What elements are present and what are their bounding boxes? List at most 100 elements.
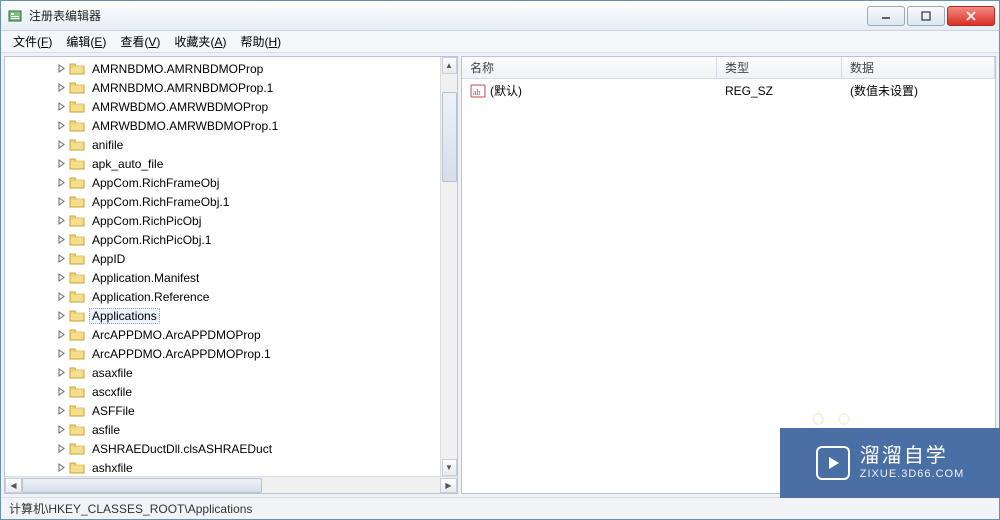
scroll-thumb[interactable]	[442, 92, 457, 182]
tree-item[interactable]: AppID	[5, 249, 457, 268]
expander-icon[interactable]	[55, 386, 67, 398]
tree-item[interactable]: AppCom.RichPicObj.1	[5, 230, 457, 249]
tree-horizontal-scrollbar[interactable]: ◀ ▶	[5, 476, 457, 493]
expander-icon[interactable]	[55, 253, 67, 265]
tree-item[interactable]: AMRNBDMO.AMRNBDMOProp	[5, 59, 457, 78]
tree-item-label: AMRWBDMO.AMRWBDMOProp	[89, 99, 271, 115]
expander-icon[interactable]	[55, 177, 67, 189]
expander-icon[interactable]	[55, 443, 67, 455]
tree-item-label: ashxfile	[89, 460, 136, 476]
tree-item[interactable]: asfile	[5, 420, 457, 439]
string-value-icon: ab	[470, 83, 486, 99]
close-button[interactable]	[947, 6, 995, 26]
scroll-track[interactable]	[442, 74, 457, 459]
tree-item[interactable]: Application.Reference	[5, 287, 457, 306]
expander-icon[interactable]	[55, 405, 67, 417]
folder-icon	[69, 290, 85, 303]
window-title: 注册表编辑器	[29, 7, 867, 24]
minimize-button[interactable]	[867, 6, 905, 26]
tree-item[interactable]: ArcAPPDMO.ArcAPPDMOProp.1	[5, 344, 457, 363]
tree-item[interactable]: AMRWBDMO.AMRWBDMOProp	[5, 97, 457, 116]
menu-edit[interactable]: 编辑(E)	[60, 31, 112, 52]
expander-icon[interactable]	[55, 101, 67, 113]
tree-item-label: AMRWBDMO.AMRWBDMOProp.1	[89, 118, 281, 134]
tree-item-label: apk_auto_file	[89, 156, 166, 172]
expander-icon[interactable]	[55, 234, 67, 246]
maximize-button[interactable]	[907, 6, 945, 26]
tree-item[interactable]: AppCom.RichFrameObj	[5, 173, 457, 192]
tree-item-label: Applications	[89, 308, 160, 324]
tree-item[interactable]: apk_auto_file	[5, 154, 457, 173]
tree-item[interactable]: ashxfile	[5, 458, 457, 476]
tree-item[interactable]: ASFFile	[5, 401, 457, 420]
menu-file[interactable]: 文件(F)	[7, 31, 58, 52]
play-icon	[816, 446, 850, 480]
tree-item-label: ArcAPPDMO.ArcAPPDMOProp.1	[89, 346, 274, 362]
statusbar: 计算机\HKEY_CLASSES_ROOT\Applications	[1, 497, 999, 519]
tree-item[interactable]: ascxfile	[5, 382, 457, 401]
tree-item-label: ascxfile	[89, 384, 135, 400]
column-type[interactable]: 类型	[717, 57, 842, 78]
tree-wrap: AMRNBDMO.AMRNBDMOPropAMRNBDMO.AMRNBDMOPr…	[5, 57, 457, 476]
tree-item[interactable]: AppCom.RichFrameObj.1	[5, 192, 457, 211]
registry-editor-window: 注册表编辑器 文件(F) 编辑(E) 查看(V) 收藏夹(A) 帮助(H) AM…	[0, 0, 1000, 520]
scroll-left-button[interactable]: ◀	[5, 478, 22, 493]
expander-icon[interactable]	[55, 196, 67, 208]
menu-view[interactable]: 查看(V)	[114, 31, 166, 52]
expander-icon[interactable]	[55, 82, 67, 94]
folder-icon	[69, 271, 85, 284]
tree-item[interactable]: anifile	[5, 135, 457, 154]
tree-item[interactable]: AMRWBDMO.AMRWBDMOProp.1	[5, 116, 457, 135]
tree-vertical-scrollbar[interactable]: ▲ ▼	[440, 57, 457, 476]
scroll-thumb[interactable]	[22, 478, 262, 493]
tree-item-label: ASHRAEDuctDll.clsASHRAEDuct	[89, 441, 275, 457]
scroll-down-button[interactable]: ▼	[442, 459, 457, 476]
tree-item[interactable]: AMRNBDMO.AMRNBDMOProp.1	[5, 78, 457, 97]
menu-help[interactable]: 帮助(H)	[234, 31, 287, 52]
values-header: 名称 类型 数据	[462, 57, 995, 79]
tree-item[interactable]: asaxfile	[5, 363, 457, 382]
expander-icon[interactable]	[55, 120, 67, 132]
column-name[interactable]: 名称	[462, 57, 717, 78]
folder-icon	[69, 195, 85, 208]
tree-item[interactable]: AppCom.RichPicObj	[5, 211, 457, 230]
tree-pane: AMRNBDMO.AMRNBDMOPropAMRNBDMO.AMRNBDMOPr…	[4, 56, 458, 494]
folder-icon	[69, 214, 85, 227]
expander-icon[interactable]	[55, 310, 67, 322]
watermark-title: 溜溜自学	[860, 444, 948, 468]
folder-icon	[69, 176, 85, 189]
expander-icon[interactable]	[55, 63, 67, 75]
expander-icon[interactable]	[55, 462, 67, 474]
tree-item-label: AppID	[89, 251, 128, 267]
expander-icon[interactable]	[55, 348, 67, 360]
registry-tree[interactable]: AMRNBDMO.AMRNBDMOPropAMRNBDMO.AMRNBDMOPr…	[5, 57, 457, 476]
scroll-track[interactable]	[22, 478, 440, 493]
scroll-up-button[interactable]: ▲	[442, 57, 457, 74]
tree-item-label: asfile	[89, 422, 123, 438]
expander-icon[interactable]	[55, 329, 67, 341]
expander-icon[interactable]	[55, 158, 67, 170]
expander-icon[interactable]	[55, 291, 67, 303]
expander-icon[interactable]	[55, 272, 67, 284]
expander-icon[interactable]	[55, 139, 67, 151]
expander-icon[interactable]	[55, 424, 67, 436]
folder-icon	[69, 309, 85, 322]
tree-item[interactable]: ASHRAEDuctDll.clsASHRAEDuct	[5, 439, 457, 458]
tree-item-label: Application.Manifest	[89, 270, 202, 286]
tree-item-label: Application.Reference	[89, 289, 212, 305]
tree-item[interactable]: Application.Manifest	[5, 268, 457, 287]
tree-item[interactable]: Applications	[5, 306, 457, 325]
expander-icon[interactable]	[55, 215, 67, 227]
column-data[interactable]: 数据	[842, 57, 995, 78]
folder-icon	[69, 157, 85, 170]
tree-item[interactable]: ArcAPPDMO.ArcAPPDMOProp	[5, 325, 457, 344]
folder-icon	[69, 347, 85, 360]
expander-icon[interactable]	[55, 367, 67, 379]
scroll-right-button[interactable]: ▶	[440, 478, 457, 493]
tree-item-label: anifile	[89, 137, 126, 153]
tree-item-label: asaxfile	[89, 365, 136, 381]
folder-icon	[69, 119, 85, 132]
watermark: 溜溜自学 ZIXUE.3D66.COM	[780, 428, 1000, 498]
value-row[interactable]: ab (默认) REG_SZ (数值未设置)	[462, 81, 995, 100]
menu-favorites[interactable]: 收藏夹(A)	[168, 31, 232, 52]
